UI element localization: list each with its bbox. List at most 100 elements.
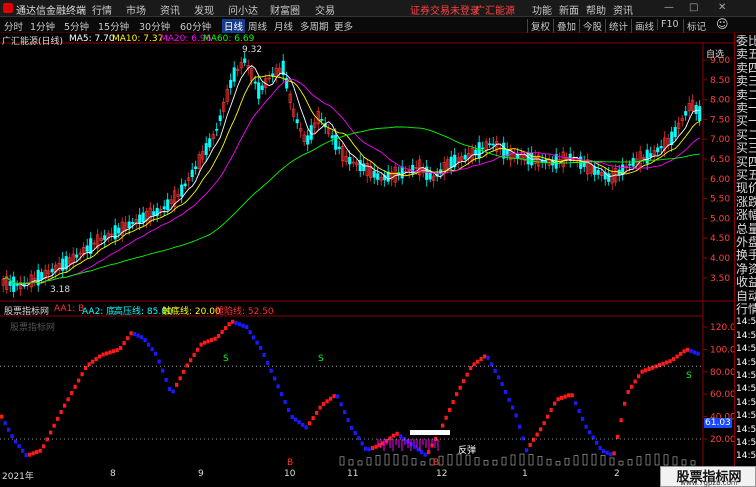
oscillator-step (31, 451, 35, 456)
oscillator-step (441, 423, 445, 428)
minimize-icon[interactable]: — (664, 2, 674, 13)
oscillator-step (395, 431, 399, 436)
candle-body (463, 154, 467, 160)
oscillator-step (150, 347, 154, 352)
menu-new-face[interactable]: 新面 (559, 2, 579, 17)
tab-15min[interactable]: 15分钟 (98, 19, 129, 33)
tab-monthly[interactable]: 月线 (274, 19, 293, 33)
price-tick-label: 4.50 (710, 234, 730, 244)
volume-bar (492, 459, 498, 466)
volume-bar (474, 457, 480, 466)
oscillator-step (493, 368, 497, 373)
candle-body (400, 166, 404, 179)
quote-side-panel: 委比 卖五 卖四 卖三 卖二 卖一 买一 买二 买三 买四 买五 现价 涨跌 涨幅 总量 外盘 换手 净资 收益 自动… (734, 33, 756, 466)
candle-body (180, 184, 184, 197)
oscillator-step (647, 367, 651, 371)
f10-button[interactable]: F10 (657, 19, 679, 30)
overlay-button[interactable]: 叠加 (553, 19, 576, 33)
tab-weekly[interactable]: 周线 (248, 19, 267, 33)
side-item: 卖二 (736, 88, 756, 102)
oscillator-group (0, 319, 700, 466)
candle-body (15, 284, 19, 286)
oscillator-step (665, 360, 669, 365)
date-label-8: 8 (110, 469, 116, 479)
oscillator-step (325, 399, 329, 404)
volume-bar (384, 453, 390, 466)
menu-info[interactable]: 资讯 (613, 2, 633, 17)
oscillator-step (241, 323, 245, 328)
oscillator-step (66, 397, 70, 402)
oscillator-step (157, 359, 161, 364)
oscillator-step (217, 333, 221, 338)
tab-more[interactable]: 更多 (334, 19, 353, 33)
oscillator-step (192, 353, 196, 357)
menu-item-news[interactable]: 资讯 (160, 2, 180, 17)
oscillator-step (315, 410, 319, 415)
tab-multi[interactable]: 多周期 (300, 19, 329, 33)
oscillator-step (535, 432, 539, 437)
mark-button[interactable]: 标记 (683, 19, 706, 33)
watermark-url: www.7gpzb.com (680, 479, 738, 487)
candle-body (183, 183, 187, 187)
stats-button[interactable]: 统计 (605, 19, 628, 33)
price-tick-label: 8.50 (710, 76, 730, 86)
fantan-label: 反弹 (458, 446, 477, 456)
user-icon[interactable]: ☺ (716, 17, 729, 31)
chart-area[interactable]: 9.00 8.50 8.00 7.50 7.00 6.50 6.00 5.50 5.00 4.50… (0, 33, 734, 468)
tab-30min[interactable]: 30分钟 (139, 19, 170, 33)
indicator-tick-label: 100.0 (710, 345, 734, 355)
oscillator-step (679, 351, 683, 356)
candle-body (628, 163, 632, 166)
oscillator-step (605, 450, 609, 455)
side-item: 涨跌 (736, 195, 756, 209)
candle-body (208, 138, 212, 148)
menu-help[interactable]: 帮助 (586, 2, 606, 17)
volume-bar (672, 456, 678, 466)
oscillator-step (136, 333, 140, 338)
menu-item-discover[interactable]: 发现 (194, 2, 214, 17)
side-item: 行情 (736, 303, 756, 316)
oscillator-step (189, 358, 193, 363)
menu-item-market[interactable]: 市场 (126, 2, 146, 17)
oscillator-step (360, 441, 364, 446)
oscillator-step (112, 349, 116, 354)
fq-button[interactable]: 复权 (527, 19, 550, 33)
oscillator-step (280, 392, 284, 397)
login-status[interactable]: 证券交易未登录 (410, 2, 480, 17)
candle-body (428, 173, 432, 180)
draw-button[interactable]: 画线 (631, 19, 654, 33)
oscillator-step (161, 368, 165, 373)
tab-daily[interactable]: 日线 (222, 19, 246, 33)
menu-function[interactable]: 功能 (532, 2, 552, 17)
oscillator-step (329, 396, 333, 401)
menu-item-trade[interactable]: 交易 (315, 2, 335, 17)
volume-bar (627, 459, 633, 466)
oscillator-step (49, 430, 53, 435)
menu-item-wealth[interactable]: 财富圈 (270, 2, 300, 17)
today-button[interactable]: 今股 (579, 19, 602, 33)
tab-fenshi[interactable]: 分时 (4, 19, 23, 33)
candle-body (607, 173, 611, 182)
tab-1min[interactable]: 1分钟 (30, 19, 55, 33)
oscillator-step (371, 445, 375, 450)
oscillator-step (483, 354, 487, 359)
volume-bar (690, 460, 696, 466)
oscillator-step (14, 439, 18, 444)
oscillator-step (686, 347, 690, 352)
oscillator-step (185, 363, 189, 368)
candle-body (684, 111, 688, 116)
menu-item-ask[interactable]: 问小达 (228, 2, 258, 17)
chart-canvas[interactable]: 9.008.508.007.507.006.506.005.505.004.50… (0, 33, 734, 466)
auto-select-label[interactable]: 自选 (706, 47, 724, 60)
oscillator-step (129, 331, 133, 336)
menu-item-quotes[interactable]: 行情 (92, 2, 112, 17)
oscillator-step (584, 424, 588, 429)
close-icon[interactable]: ✕ (718, 2, 726, 13)
maximize-icon[interactable]: □ (689, 2, 698, 13)
tab-5min[interactable]: 5分钟 (64, 19, 89, 33)
oscillator-step (87, 362, 91, 367)
candle-body (449, 156, 453, 168)
candle-body (131, 221, 135, 224)
tab-60min[interactable]: 60分钟 (180, 19, 211, 33)
oscillator-step (206, 339, 210, 344)
